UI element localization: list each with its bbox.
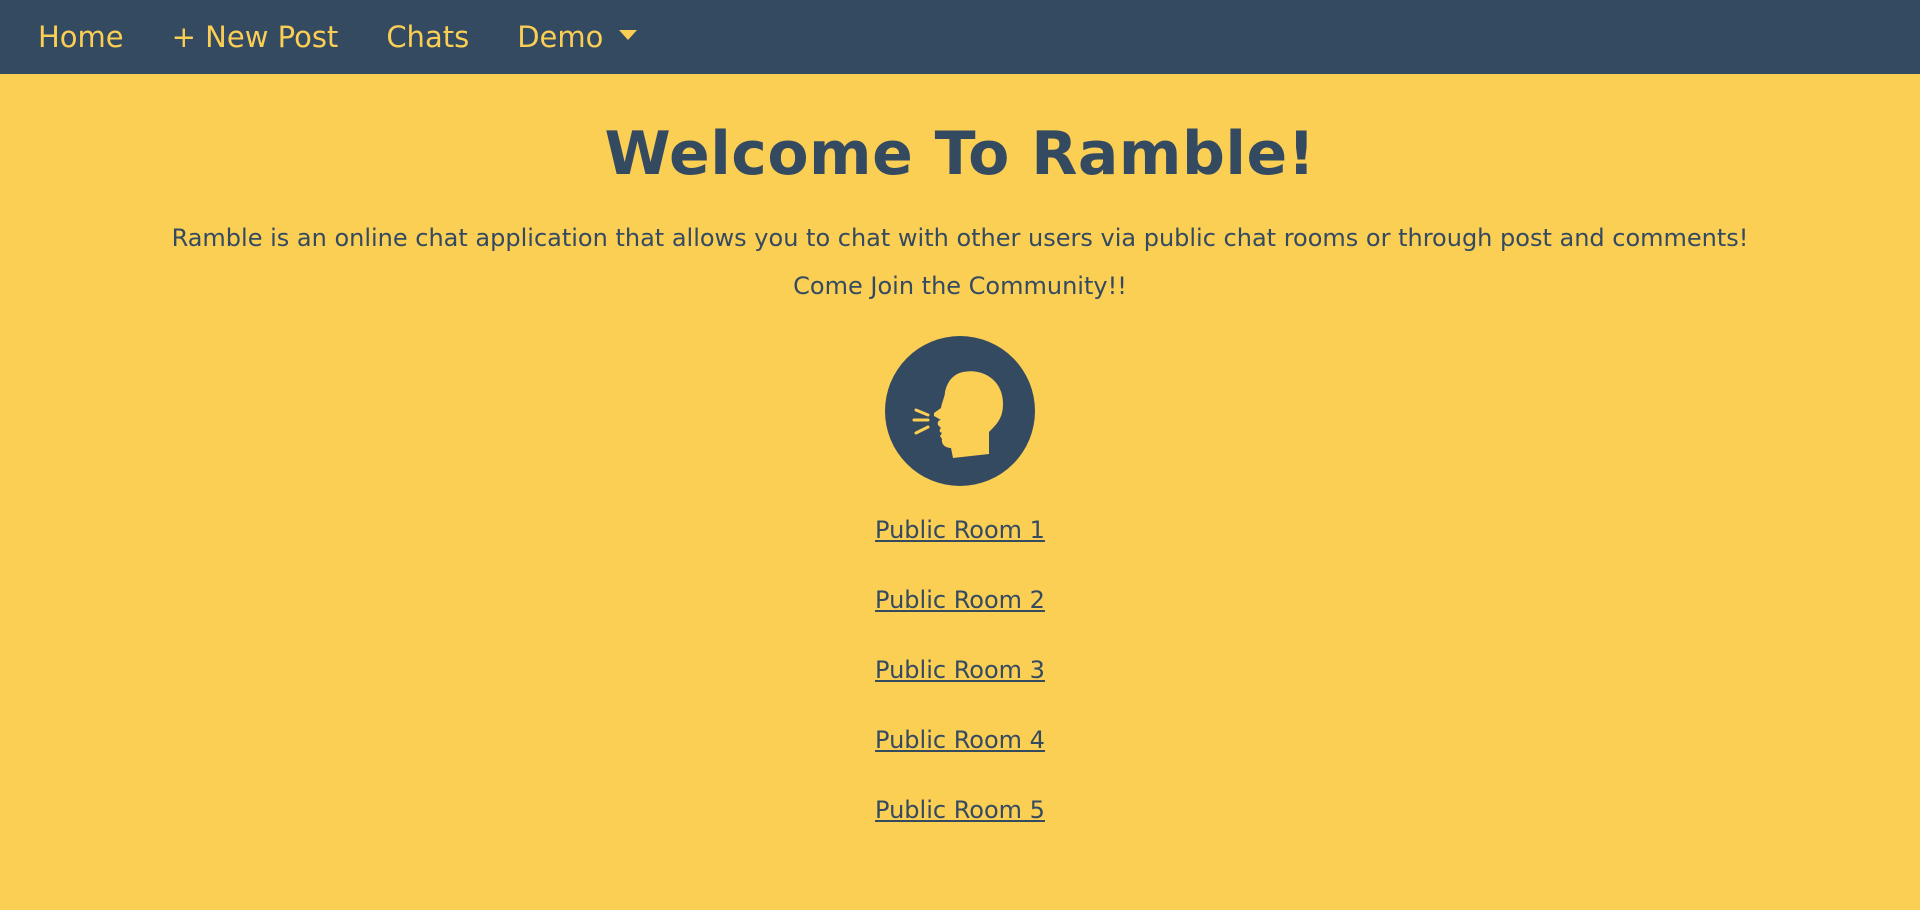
- nav-new-post-link[interactable]: + New Post: [172, 20, 339, 54]
- public-room-link-4[interactable]: Public Room 4: [875, 728, 1045, 752]
- community-cta: Come Join the Community!!: [793, 272, 1127, 300]
- nav-demo-label: Demo: [517, 20, 604, 54]
- caret-down-icon: [619, 30, 638, 40]
- public-room-link-1[interactable]: Public Room 1: [875, 518, 1045, 542]
- public-room-link-2[interactable]: Public Room 2: [875, 588, 1045, 612]
- main-content: Welcome To Ramble! Ramble is an online c…: [0, 118, 1920, 868]
- public-rooms-list: Public Room 1 Public Room 2 Public Room …: [0, 518, 1920, 868]
- navbar: Home + New Post Chats Demo: [0, 0, 1920, 74]
- speaking-head-icon: [885, 336, 1035, 486]
- page-title: Welcome To Ramble!: [604, 119, 1316, 189]
- app-description: Ramble is an online chat application tha…: [171, 224, 1749, 252]
- nav-home-link[interactable]: Home: [38, 20, 124, 54]
- public-room-link-3[interactable]: Public Room 3: [875, 658, 1045, 682]
- nav-chats-link[interactable]: Chats: [386, 20, 469, 54]
- public-room-link-5[interactable]: Public Room 5: [875, 798, 1045, 822]
- nav-demo-dropdown[interactable]: Demo: [517, 20, 638, 54]
